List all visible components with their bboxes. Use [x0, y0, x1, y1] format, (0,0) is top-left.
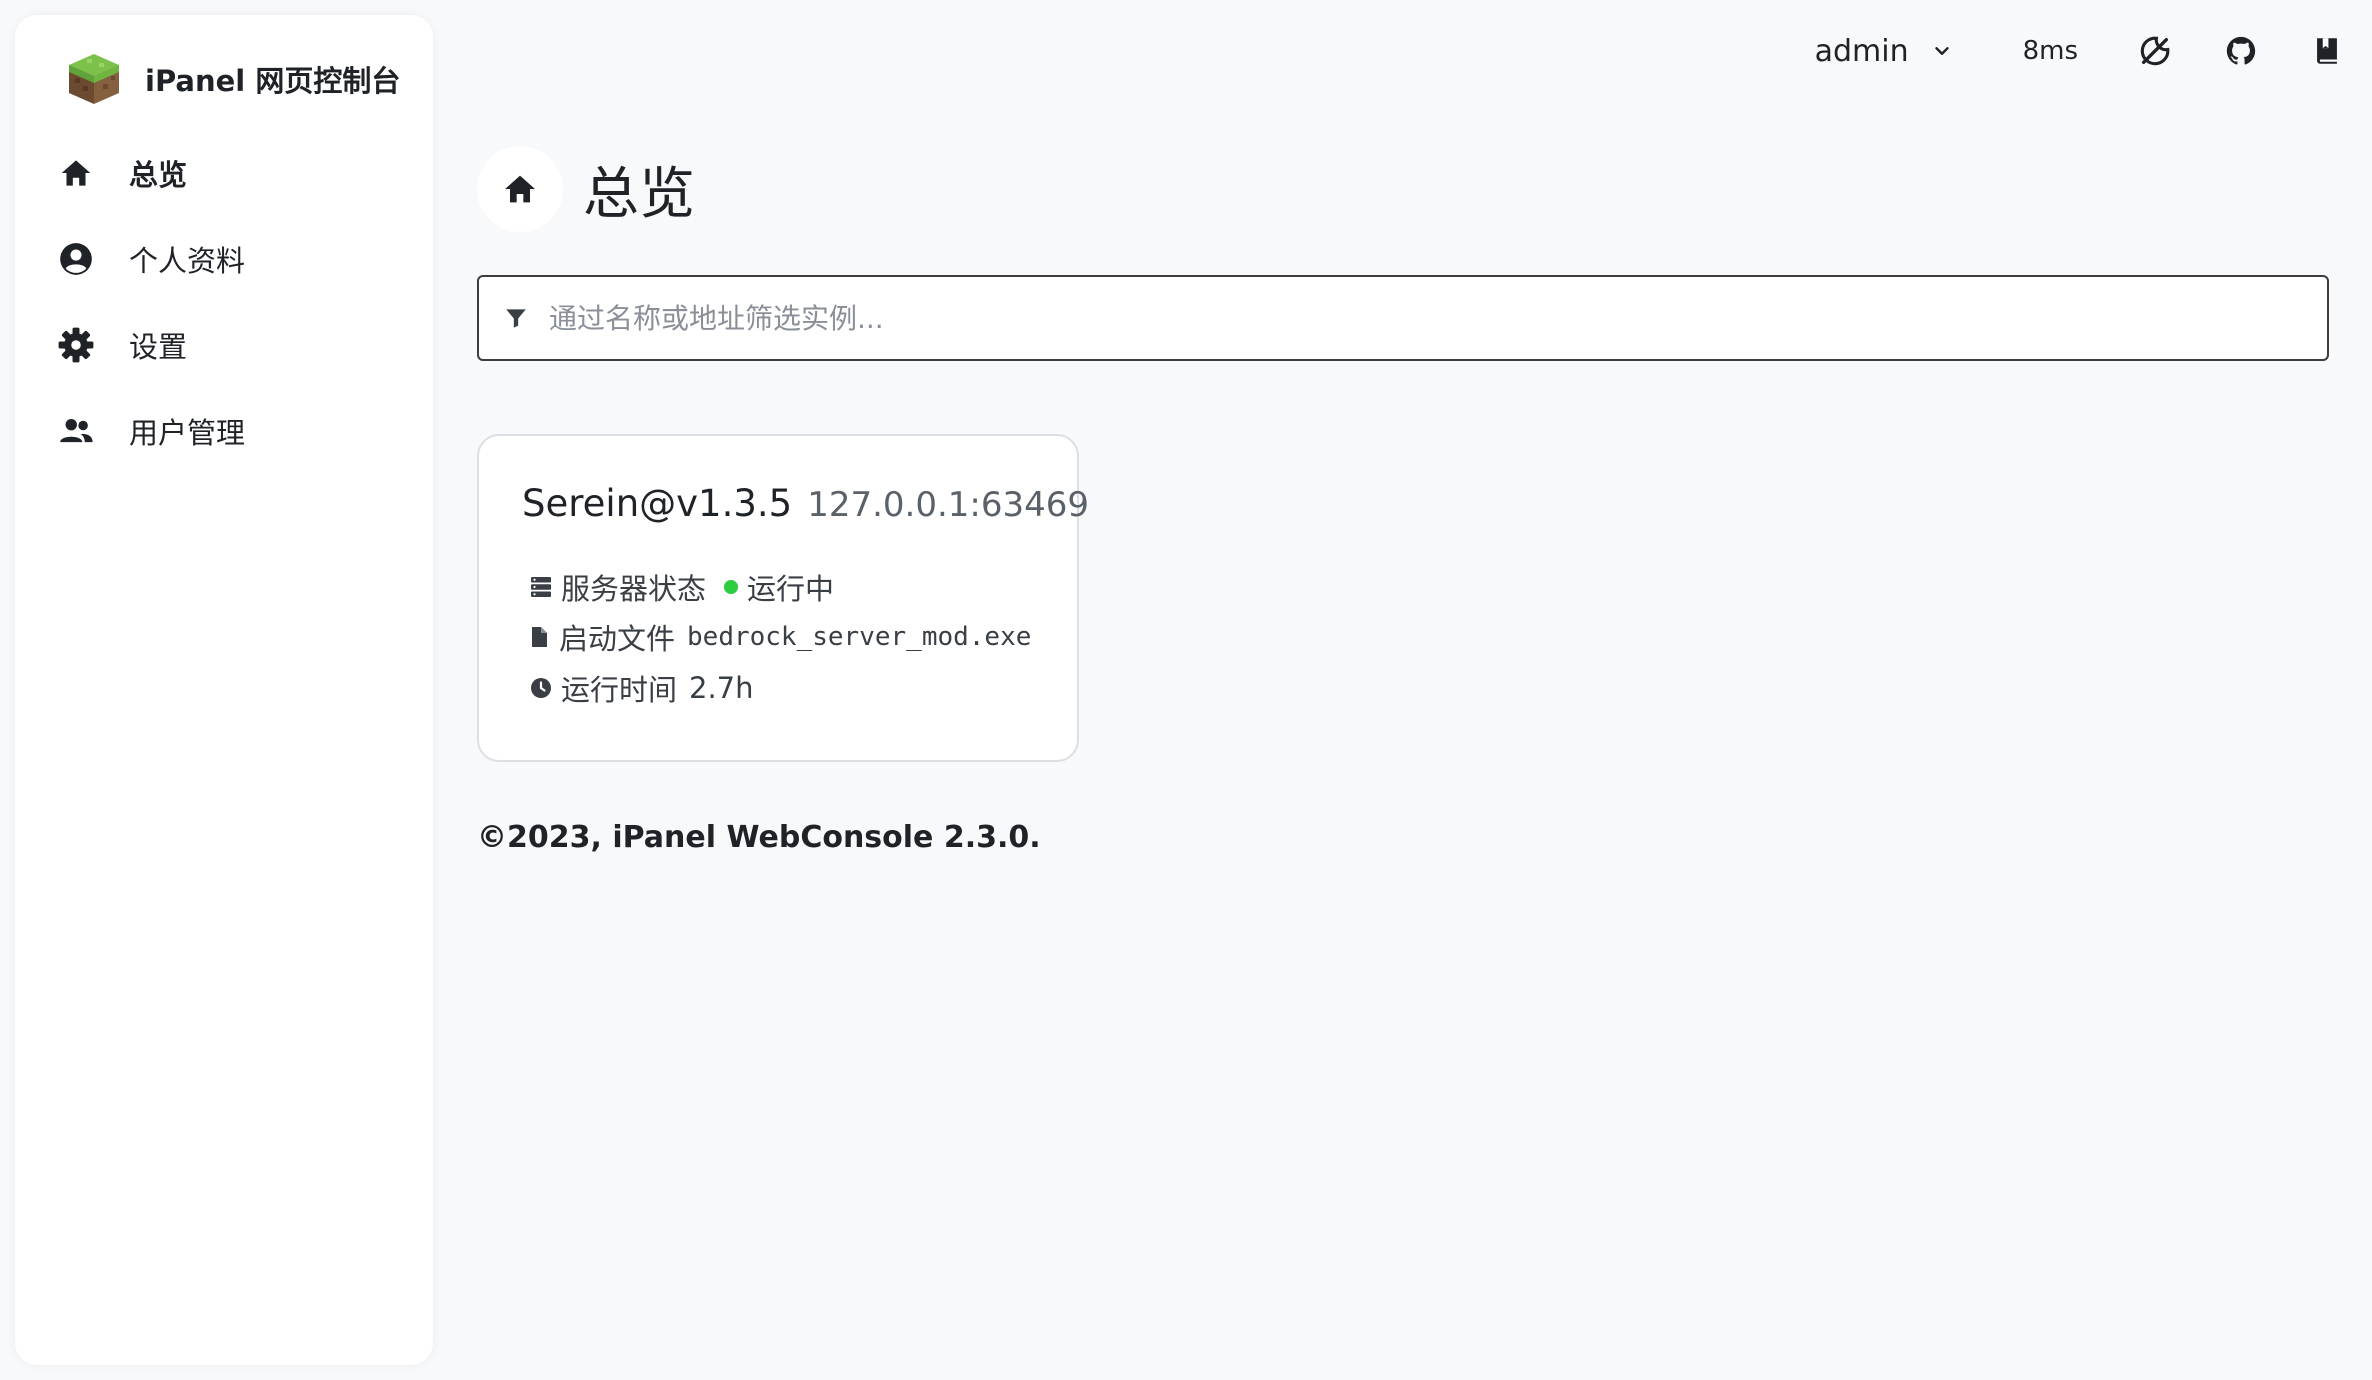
filter-input[interactable]	[549, 288, 2249, 348]
uptime-row: 运行时间 2.7h	[529, 667, 754, 709]
instance-address: 127.0.0.1:63469	[807, 485, 1090, 525]
sidebar-item-settings[interactable]: 设置	[15, 302, 433, 388]
page-title: 总览	[583, 161, 695, 227]
sidebar: iPanel 网页控制台 总览 个人资料 设置 用户管理	[15, 15, 433, 1365]
file-icon	[532, 627, 547, 647]
user-menu[interactable]: admin	[1815, 34, 1953, 69]
sidebar-item-profile[interactable]: 个人资料	[15, 216, 433, 302]
users-icon	[60, 418, 93, 443]
file-value: bedrock_server_mod.exe	[687, 622, 1032, 652]
status-label: 服务器状态	[561, 572, 707, 606]
clock-icon	[531, 678, 551, 698]
book-icon[interactable]	[2310, 34, 2344, 68]
uptime-label: 运行时间	[561, 673, 678, 707]
brand-title: iPanel 网页控制台	[145, 64, 401, 98]
chevron-down-icon	[1934, 47, 1949, 55]
status-row: 服务器状态 运行中	[529, 566, 834, 608]
sidebar-item-label: 设置	[129, 330, 188, 364]
uptime-value: 2.7h	[689, 671, 754, 705]
page-header: 总览	[477, 145, 695, 233]
brand[interactable]: iPanel 网页控制台	[65, 41, 400, 117]
latency-indicator: 8ms	[2022, 36, 2078, 66]
topbar: admin 8ms	[1815, 20, 2344, 82]
gear-icon	[58, 327, 94, 363]
sidebar-item-label: 用户管理	[129, 416, 246, 450]
instance-card[interactable]: Serein@v1.3.5 127.0.0.1:63469 服务器状态 运行中 …	[477, 434, 1089, 762]
instance-title: Serein@v1.3.5 127.0.0.1:63469	[522, 482, 1089, 525]
home-icon	[61, 160, 91, 186]
sidebar-item-user-management[interactable]: 用户管理	[15, 388, 433, 474]
user-circle-icon	[60, 243, 92, 275]
status-value: 运行中	[747, 572, 835, 606]
github-icon[interactable]	[2224, 34, 2258, 68]
file-row: 启动文件 bedrock_server_mod.exe	[527, 616, 1031, 658]
sidebar-item-overview[interactable]: 总览	[15, 130, 433, 216]
theme-toggle-icon[interactable]	[2138, 34, 2172, 68]
sidebar-nav: 总览 个人资料 设置 用户管理	[15, 130, 433, 474]
filter-box	[477, 275, 2329, 361]
filter-icon	[506, 309, 526, 328]
status-dot	[724, 580, 739, 594]
file-label: 启动文件	[559, 622, 676, 656]
instance-name: Serein@v1.3.5	[522, 482, 793, 525]
page-icon-wrap	[477, 146, 563, 232]
server-icon	[531, 577, 551, 597]
footer-copyright: ©2023, iPanel WebConsole 2.3.0.	[477, 820, 1041, 855]
home-icon	[505, 175, 535, 203]
sidebar-item-label: 总览	[129, 158, 188, 192]
sidebar-item-label: 个人资料	[129, 244, 246, 278]
username: admin	[1814, 33, 1909, 69]
grass-block-icon	[69, 54, 119, 104]
